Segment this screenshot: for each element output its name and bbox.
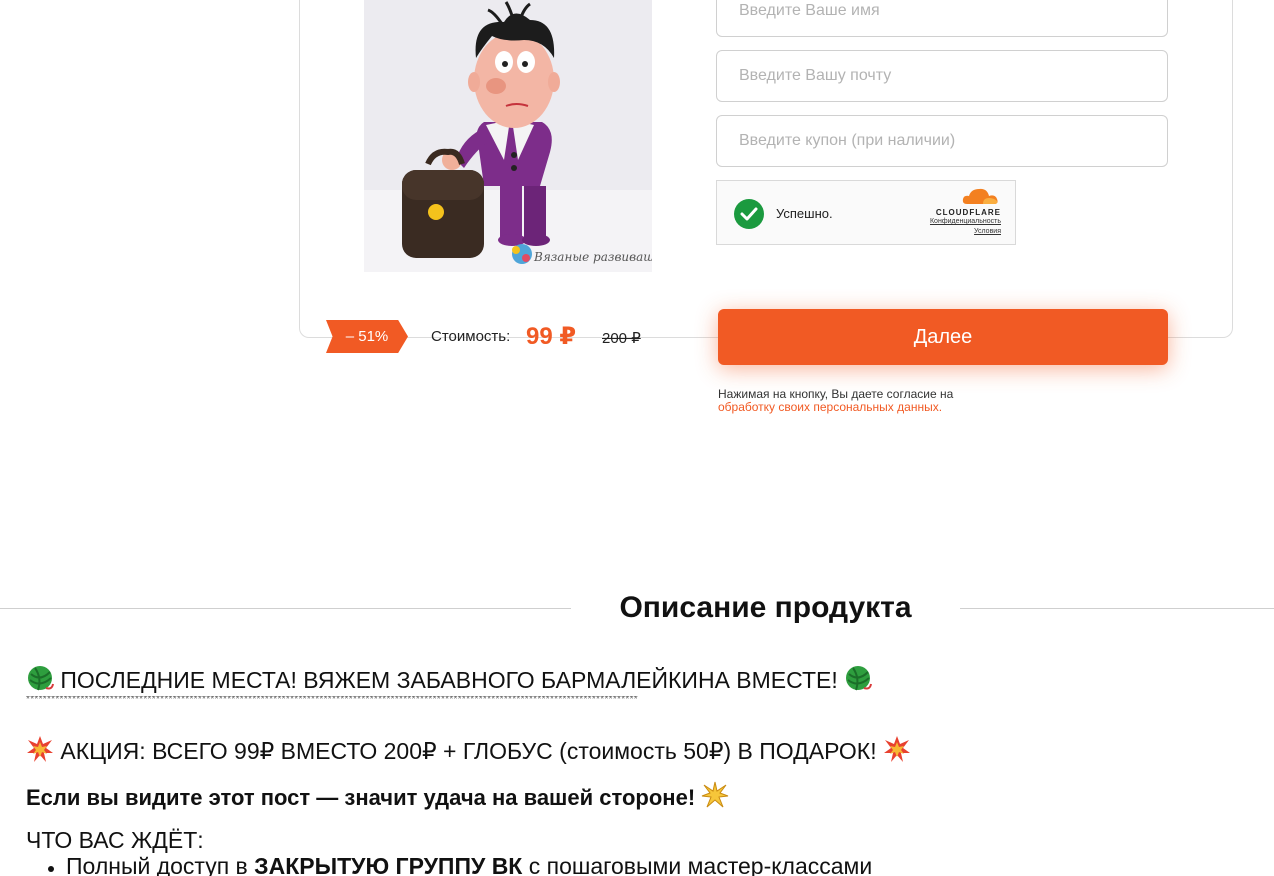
next-button[interactable]: Далее: [718, 309, 1168, 365]
benefits-list: Полный доступ в ЗАКРЫТУЮ ГРУППУ ВК с пош…: [26, 853, 1246, 876]
cloudflare-logo: CLOUDFLARE Конфиденциальность Условия: [917, 187, 1001, 237]
promo-text: АКЦИЯ: ВСЕГО 99₽ ВМЕСТО 200₽ + ГЛОБУС (с…: [60, 738, 877, 764]
discount-badge: – 51%: [326, 320, 408, 353]
product-description: ПОСЛЕДНИЕ МЕСТА! ВЯЖЕМ ЗАБАВНОГО БАРМАЛЕ…: [26, 664, 1246, 876]
cloudflare-captcha[interactable]: Успешно. CLOUDFLARE Конфиденциальность У…: [716, 180, 1016, 245]
captcha-terms-link[interactable]: Условия: [917, 227, 1001, 237]
places-text: ПОСЛЕДНИЕ МЕСТА! ВЯЖЕМ ЗАБАВНОГО БАРМАЛЕ…: [60, 667, 838, 693]
cloudflare-wordmark: CLOUDFLARE: [935, 208, 1001, 217]
list-item: Полный доступ в ЗАКРЫТУЮ ГРУППУ ВК с пош…: [26, 853, 1246, 876]
coupon-input[interactable]: [716, 115, 1168, 167]
description-line-luck: Если вы видите этот пост — значит удача …: [26, 781, 1246, 811]
collision-icon: [27, 736, 53, 762]
captcha-privacy-link[interactable]: Конфиденциальность: [917, 217, 1001, 227]
star-burst-icon: [702, 781, 729, 808]
old-price: 200 ₽: [602, 330, 641, 347]
star-divider: ****************************************…: [26, 696, 638, 704]
description-line-waiting: ЧТО ВАС ЖДЁТ:: [26, 827, 204, 853]
product-image: Вязаные развивашки: [364, 0, 652, 272]
description-heading: Описание продукта: [619, 591, 912, 624]
name-input[interactable]: [716, 0, 1168, 37]
yarn-ball-icon: [28, 666, 54, 691]
consent-text: Нажимая на кнопку, Вы даете согласие на: [718, 387, 954, 401]
yarn-ball-icon: [846, 666, 873, 691]
current-price: 99 ₽: [526, 323, 577, 350]
email-input[interactable]: [716, 50, 1168, 102]
collision-icon: [884, 736, 910, 762]
description-line-promo: АКЦИЯ: ВСЕГО 99₽ ВМЕСТО 200₽ + ГЛОБУС (с…: [26, 735, 1246, 765]
image-watermark: Вязаные развивашки: [533, 250, 652, 264]
heading-divider-left: [0, 608, 571, 609]
check-icon: [734, 199, 764, 229]
description-line-places: ПОСЛЕДНИЕ МЕСТА! ВЯЖЕМ ЗАБАВНОГО БАРМАЛЕ…: [26, 664, 1246, 694]
personal-data-link[interactable]: обработку своих персональных данных.: [718, 400, 942, 414]
cloud-icon: [962, 188, 998, 204]
heading-divider-right: [960, 608, 1274, 609]
captcha-status: Успешно.: [776, 206, 833, 221]
price-label: Стоимость:: [431, 328, 511, 345]
luck-text: Если вы видите этот пост — значит удача …: [26, 785, 696, 810]
consent-note: Нажимая на кнопку, Вы даете согласие на …: [718, 388, 1018, 414]
